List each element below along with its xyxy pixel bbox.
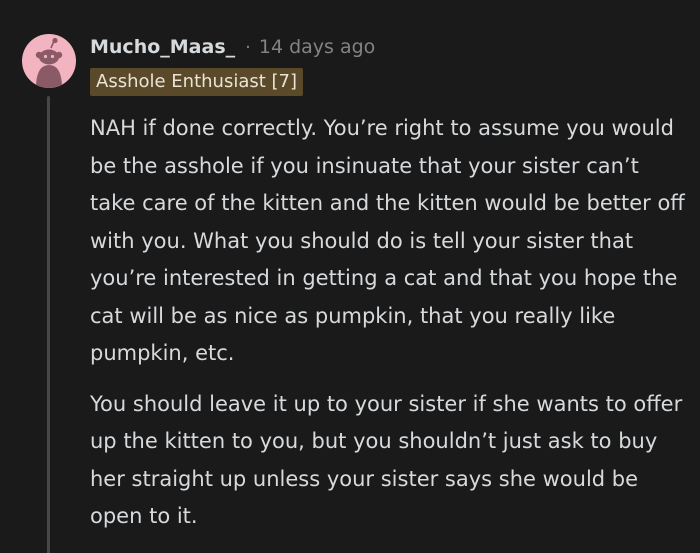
user-avatar[interactable] <box>22 34 76 88</box>
comment-meta: Mucho_Maas_ · 14 days ago <box>90 33 375 61</box>
username-link[interactable]: Mucho_Maas_ <box>90 36 235 58</box>
comment-timestamp[interactable]: 14 days ago <box>259 36 375 58</box>
comment-paragraph: You should leave it up to your sister if… <box>90 391 683 529</box>
meta-separator: · <box>245 36 251 58</box>
comment-body: NAH if done correctly. You’re right to a… <box>90 110 690 536</box>
comment: Mucho_Maas_ · 14 days ago Asshole Enthus… <box>0 0 700 553</box>
user-flair: Asshole Enthusiast [7] <box>90 68 304 96</box>
snoo-avatar-icon <box>35 37 63 88</box>
comment-paragraph: NAH if done correctly. You’re right to a… <box>90 116 685 365</box>
thread-collapse-line[interactable] <box>47 96 50 553</box>
